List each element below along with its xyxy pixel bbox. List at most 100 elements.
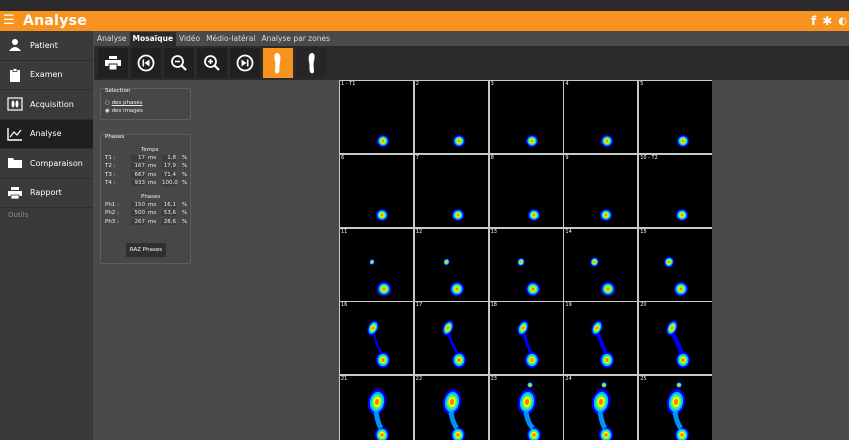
frame-label: 20 — [640, 302, 647, 309]
row-name: Ph1 : — [105, 202, 119, 208]
mosaic-frame[interactable]: 21 — [340, 376, 413, 440]
mosaic-frame[interactable]: 17 — [414, 302, 488, 375]
sidebar-item-comparaison[interactable]: Comparaison — [0, 149, 93, 179]
gear-icon[interactable]: ✱ — [822, 14, 832, 28]
frame-label: 2 — [415, 81, 419, 87]
row-pct-value: 71,4 — [162, 171, 176, 178]
page-title: Analyse — [23, 13, 88, 29]
tab-medio-lateral[interactable]: Médio-latéral — [203, 32, 258, 46]
pressure-map — [664, 256, 689, 296]
zoom-in-button[interactable] — [197, 48, 227, 78]
frame-label: 6 — [341, 154, 345, 161]
mosaic-frame[interactable]: 8 — [489, 154, 563, 227]
sidebar-item-analyse[interactable]: Analyse — [0, 119, 93, 149]
phase-value-row: T2 : 167 ms 17,9% — [105, 163, 190, 171]
skip-forward-icon — [236, 54, 254, 72]
row-ms-unit: ms — [148, 218, 157, 225]
pressure-map — [591, 320, 615, 369]
mosaic-frame[interactable]: 19 — [564, 302, 638, 375]
zoom-out-button[interactable] — [164, 48, 194, 78]
foot-left-button[interactable] — [263, 48, 293, 78]
window-control-icon[interactable]: ◐ — [838, 16, 847, 27]
pressure-map — [516, 320, 539, 369]
mosaic-frame[interactable]: 2 — [414, 81, 488, 153]
tab-analyse-par-zones[interactable]: Analyse par zones — [258, 32, 333, 46]
mosaic-frame[interactable]: 22 — [414, 376, 488, 440]
tab-analyse[interactable]: Analyse — [94, 32, 130, 46]
sidebar-item-acquisition[interactable]: Acquisition — [0, 90, 93, 120]
mosaic-frame[interactable]: 1 - T1 — [340, 81, 413, 153]
sidebar-item-patient[interactable]: Patient — [0, 31, 93, 61]
row-name: T2 : — [105, 163, 116, 170]
menu-icon[interactable]: ☰ — [3, 11, 19, 31]
frame-label: 22 — [415, 376, 423, 383]
patient-icon — [0, 38, 30, 52]
mosaic-frame[interactable]: 9 — [564, 154, 638, 227]
row-ms-unit: ms — [148, 210, 157, 217]
mosaic-grid: 1 - T1 2 3 4 5 6 7 8 9 10 - T2 11 12 13 14 15 16 17 18 19 2… — [339, 80, 713, 440]
radio-label: des images — [111, 108, 144, 114]
phase-value-row: Ph3 : 267 ms 28,6% — [105, 218, 190, 227]
mosaic-frame[interactable]: 23 — [489, 376, 563, 440]
mosaic-frame[interactable]: 15 — [639, 228, 713, 301]
mosaic-frame[interactable]: 20 — [639, 302, 713, 375]
mosaic-frame[interactable]: 5 — [639, 81, 713, 153]
phase-value-row: T3 : 667 ms 71,4% — [105, 171, 190, 180]
row-pct-value: 16,1 — [162, 202, 176, 208]
mosaic-frame[interactable]: 7 — [414, 154, 488, 227]
radio-des-phases[interactable]: ○ des phases — [105, 100, 143, 106]
mosaic-frame[interactable]: 16 — [340, 302, 413, 375]
pressure-map — [676, 208, 689, 221]
frame-label: 24 — [565, 376, 572, 383]
mosaic-frame[interactable]: 6 — [340, 154, 413, 227]
print-button[interactable] — [98, 48, 128, 78]
mosaic-frame[interactable]: 12 — [414, 228, 488, 301]
mosaic-frame[interactable]: 11 — [340, 228, 413, 301]
pressure-map — [592, 382, 614, 440]
pressure-map — [517, 382, 541, 440]
tab-mosaique[interactable]: Mosaïque — [129, 32, 177, 46]
temps-heading: Temps — [141, 147, 159, 153]
pressure-map — [367, 320, 390, 369]
frame-label: 7 — [415, 154, 419, 161]
frame-label: 18 — [490, 302, 497, 309]
skip-back-button[interactable] — [131, 48, 161, 78]
mosaic-frame[interactable]: 10 - T2 — [639, 154, 713, 227]
frame-label: 19 — [565, 302, 572, 309]
mosaic-frame[interactable]: 13 — [489, 228, 563, 301]
radio-label: des phases — [111, 100, 143, 106]
foot-right-button[interactable] — [296, 48, 326, 78]
mosaic-frame[interactable]: 25 — [639, 376, 713, 440]
mosaic-frame[interactable]: 3 — [489, 81, 563, 153]
mosaic-frame[interactable]: 14 — [564, 228, 638, 301]
skip-forward-button[interactable] — [230, 48, 260, 78]
tab-video[interactable]: Vidéo — [176, 32, 203, 46]
pressure-map — [369, 258, 391, 296]
row-ms-unit: ms — [148, 163, 157, 170]
frame-label: 25 — [640, 376, 647, 383]
tab-bar: Analyse Mosaïque Vidéo Médio-latéral Ana… — [94, 32, 333, 46]
pressure-map — [600, 208, 613, 221]
row-ms-value: 267 — [131, 218, 145, 225]
row-ms-unit: ms — [148, 202, 157, 208]
sidebar-item-examen[interactable]: Examen — [0, 61, 93, 90]
mosaic-frame[interactable]: 4 — [564, 81, 638, 153]
facebook-icon[interactable]: f — [811, 14, 816, 28]
radio-des-images[interactable]: ◉ des images — [105, 108, 143, 114]
raz-phases-button[interactable]: RAZ Phases — [126, 243, 166, 257]
row-ms-value: 667 — [131, 171, 145, 178]
row-pct-value: 1,8 — [162, 155, 176, 161]
pressure-map — [377, 135, 389, 147]
sidebar-item-rapport[interactable]: Rapport — [0, 179, 93, 208]
row-pct-value: 100,0 — [162, 179, 178, 186]
phase-value-row: Ph2 : 500 ms 53,6% — [105, 210, 190, 218]
frame-label: 10 - T2 — [640, 154, 658, 161]
frame-label: 14 — [565, 228, 572, 235]
clipboard-icon — [0, 67, 30, 82]
mosaic-frame[interactable]: 18 — [489, 302, 563, 375]
row-ms-value: 933 — [131, 179, 145, 186]
sidebar-item-label: Acquisition — [30, 99, 74, 109]
footprints-icon — [0, 97, 30, 111]
mosaic-frame[interactable]: 24 — [564, 376, 638, 440]
sidebar-item-outils[interactable]: Outils — [0, 208, 93, 222]
